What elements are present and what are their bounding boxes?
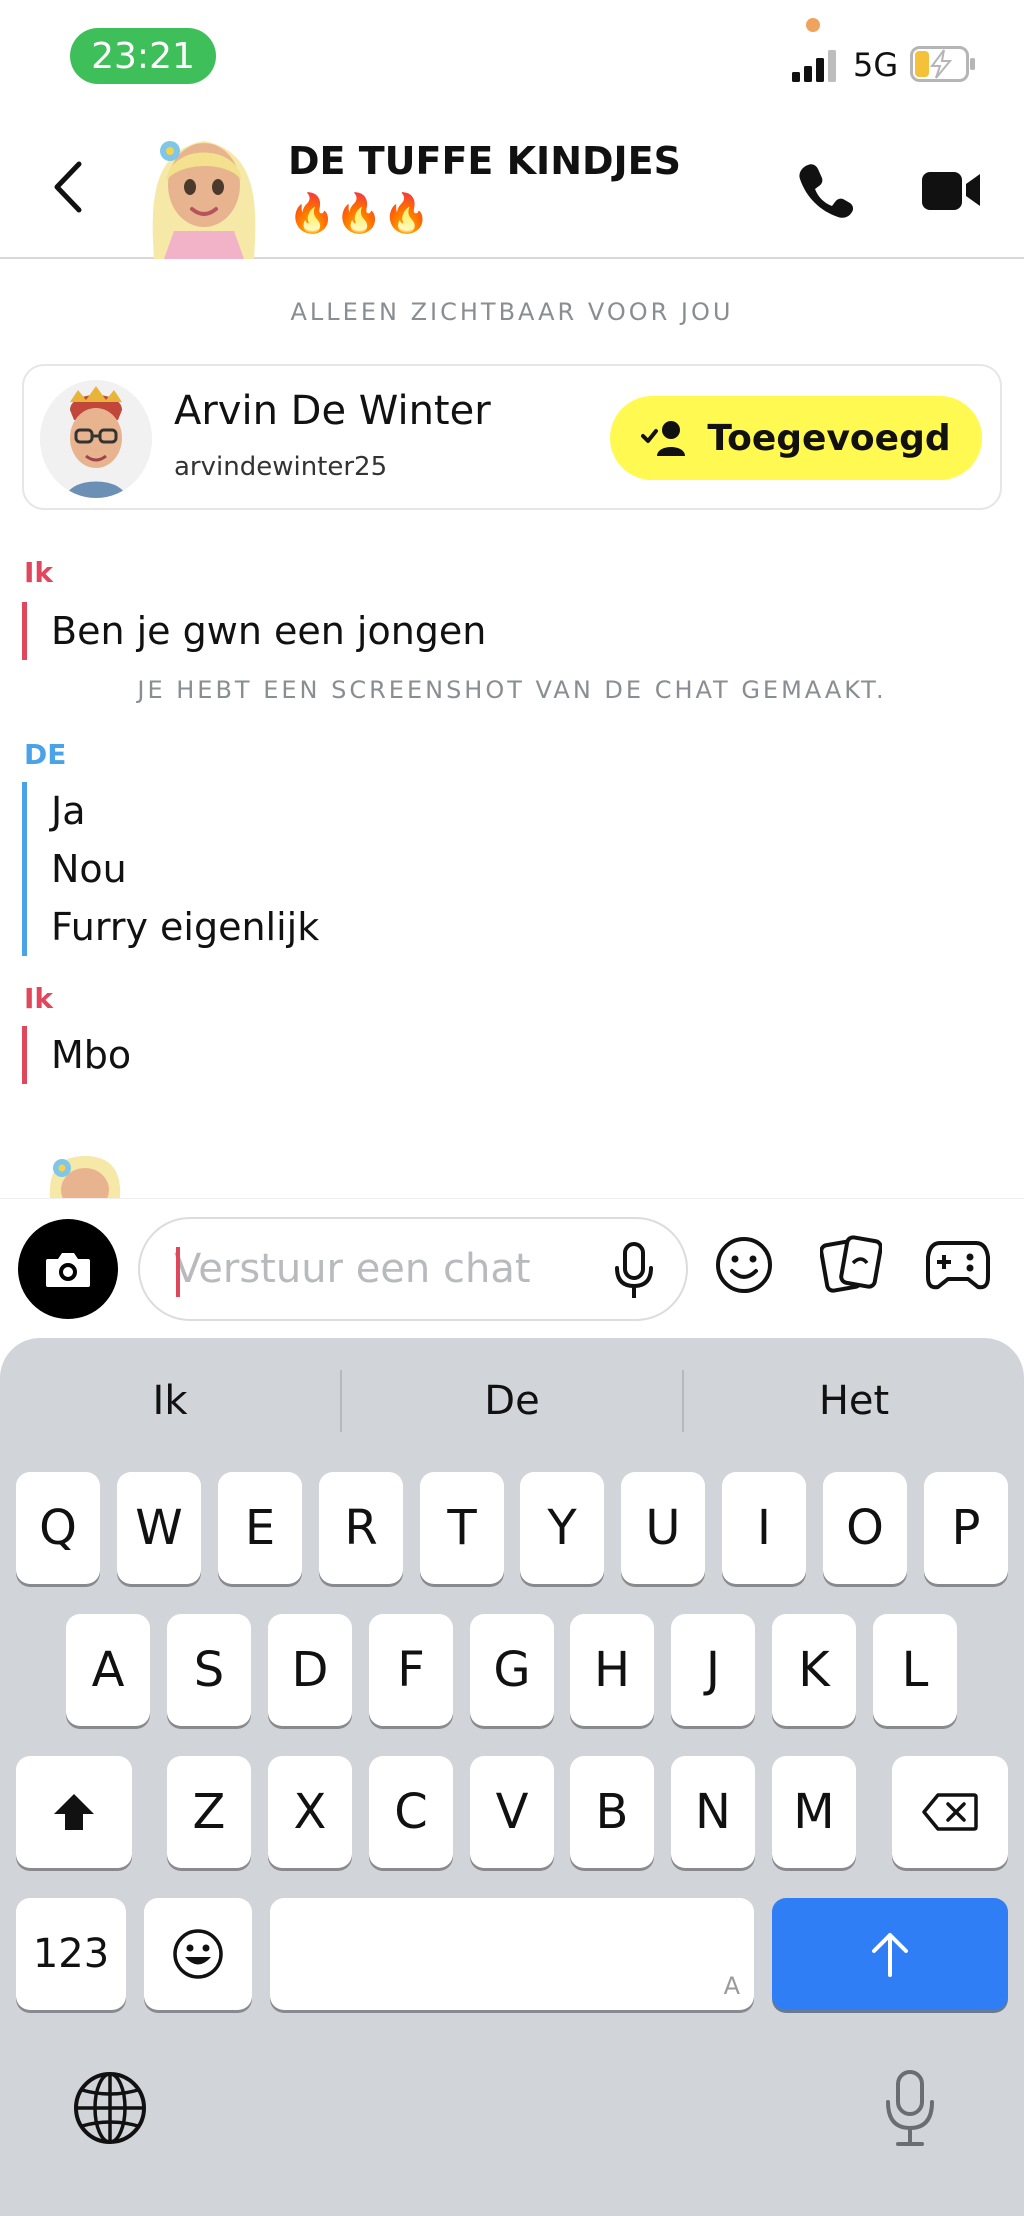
network-label: 5G (853, 46, 899, 84)
message-text[interactable]: Mbo (51, 1026, 131, 1084)
key-m[interactable]: M (772, 1756, 856, 1868)
suggestion-item[interactable]: Ik (0, 1368, 340, 1434)
message-text[interactable]: Furry eigenlijk (51, 898, 319, 956)
backspace-key[interactable] (892, 1756, 1008, 1868)
video-call-button[interactable] (914, 155, 990, 225)
added-friend-label: Toegevoegd (707, 417, 951, 459)
numbers-key[interactable]: 123 (16, 1898, 126, 2010)
key-r[interactable]: R (319, 1472, 403, 1584)
chat-composer (0, 1198, 1024, 1338)
key-u[interactable]: U (621, 1472, 705, 1584)
friend-name: Arvin De Winter (174, 388, 491, 434)
key-o[interactable]: O (823, 1472, 907, 1584)
emoji-key[interactable] (144, 1898, 252, 2010)
chat-input-container[interactable] (138, 1217, 688, 1321)
key-l[interactable]: L (873, 1614, 957, 1726)
send-key[interactable] (772, 1898, 1008, 2010)
sender-label-de: DE (24, 738, 67, 771)
chat-header: DE TUFFE KINDJES🔥🔥🔥 (0, 115, 1024, 259)
voice-note-button[interactable] (606, 1241, 662, 1301)
key-a[interactable]: A (66, 1614, 150, 1726)
camera-button[interactable] (18, 1219, 118, 1319)
person-check-icon (641, 421, 686, 456)
key-s[interactable]: S (167, 1614, 251, 1726)
memories-icon[interactable] (820, 1233, 882, 1297)
text-cursor (176, 1247, 180, 1297)
key-f[interactable]: F (369, 1614, 453, 1726)
suggestion-item[interactable]: De (342, 1368, 682, 1434)
message-text[interactable]: Ja (51, 782, 319, 840)
key-h[interactable]: H (570, 1614, 654, 1726)
key-b[interactable]: B (570, 1756, 654, 1868)
key-y[interactable]: Y (520, 1472, 604, 1584)
signal-icon (792, 50, 836, 82)
phone-icon (799, 164, 854, 218)
video-camera-icon (922, 172, 980, 210)
dictation-microphone-icon[interactable] (882, 2068, 938, 2148)
shift-icon (54, 1794, 94, 1830)
key-x[interactable]: X (268, 1756, 352, 1868)
camera-icon (46, 1253, 90, 1287)
key-i[interactable]: I (722, 1472, 806, 1584)
key-k[interactable]: K (772, 1614, 856, 1726)
sender-label-me: Ik (24, 556, 54, 589)
key-n[interactable]: N (671, 1756, 755, 1868)
key-v[interactable]: V (470, 1756, 554, 1868)
friend-username: arvindewinter25 (174, 452, 388, 482)
emoji-icon[interactable] (714, 1235, 774, 1295)
space-key-hint: A (723, 1972, 740, 2000)
battery-charging-icon (910, 46, 975, 82)
space-key[interactable]: A (270, 1898, 754, 2010)
key-w[interactable]: W (117, 1472, 201, 1584)
privacy-indicator-dot (806, 18, 820, 32)
key-j[interactable]: J (671, 1614, 755, 1726)
back-button[interactable] (40, 155, 96, 219)
chevron-left-icon (54, 161, 82, 213)
key-z[interactable]: Z (167, 1756, 251, 1868)
chat-input[interactable] (174, 1229, 594, 1309)
suggestion-bar: Ik De Het (0, 1368, 1024, 1434)
sender-label-me: Ik (24, 982, 54, 1015)
key-p[interactable]: P (924, 1472, 1008, 1584)
screenshot-notice: JE HEBT EEN SCREENSHOT VAN DE CHAT GEMAA… (137, 676, 887, 704)
message-group-de: Ja Nou Furry eigenlijk (22, 782, 319, 956)
added-friend-button[interactable]: Toegevoegd (610, 396, 982, 480)
message-text[interactable]: Nou (51, 840, 319, 898)
shift-key[interactable] (16, 1756, 132, 1868)
microphone-icon (615, 1242, 653, 1298)
friend-suggestion-card[interactable]: Arvin De Winter arvindewinter25 Toegevoe… (22, 364, 1002, 510)
emoji-icon (173, 1929, 223, 1979)
key-d[interactable]: D (268, 1614, 352, 1726)
friend-avatar[interactable] (40, 380, 152, 498)
status-time: 23:21 (70, 28, 216, 84)
group-avatar[interactable] (140, 121, 268, 259)
key-t[interactable]: T (420, 1472, 504, 1584)
message-text[interactable]: Ben je gwn een jongen (51, 602, 486, 660)
message-group-me: Ben je gwn een jongen (22, 602, 486, 660)
typing-avatar (49, 1156, 121, 1198)
visibility-notice: ALLEEN ZICHTBAAR VOOR JOU (290, 298, 734, 326)
call-button[interactable] (790, 155, 860, 225)
key-q[interactable]: Q (16, 1472, 100, 1584)
keyboard: Ik De Het Q W E R T Y U I O P A S D F G … (0, 1338, 1024, 2216)
key-e[interactable]: E (218, 1472, 302, 1584)
key-c[interactable]: C (369, 1756, 453, 1868)
suggestion-item[interactable]: Het (684, 1368, 1024, 1434)
key-g[interactable]: G (470, 1614, 554, 1726)
backspace-icon (922, 1793, 978, 1831)
message-group-me: Mbo (22, 1026, 131, 1084)
arrow-up-icon (872, 1933, 908, 1977)
globe-icon[interactable] (72, 2070, 148, 2146)
chat-title[interactable]: DE TUFFE KINDJES🔥🔥🔥 (288, 135, 708, 239)
status-bar: 23:21 5G (0, 0, 1024, 115)
game-controller-icon[interactable] (926, 1237, 990, 1293)
